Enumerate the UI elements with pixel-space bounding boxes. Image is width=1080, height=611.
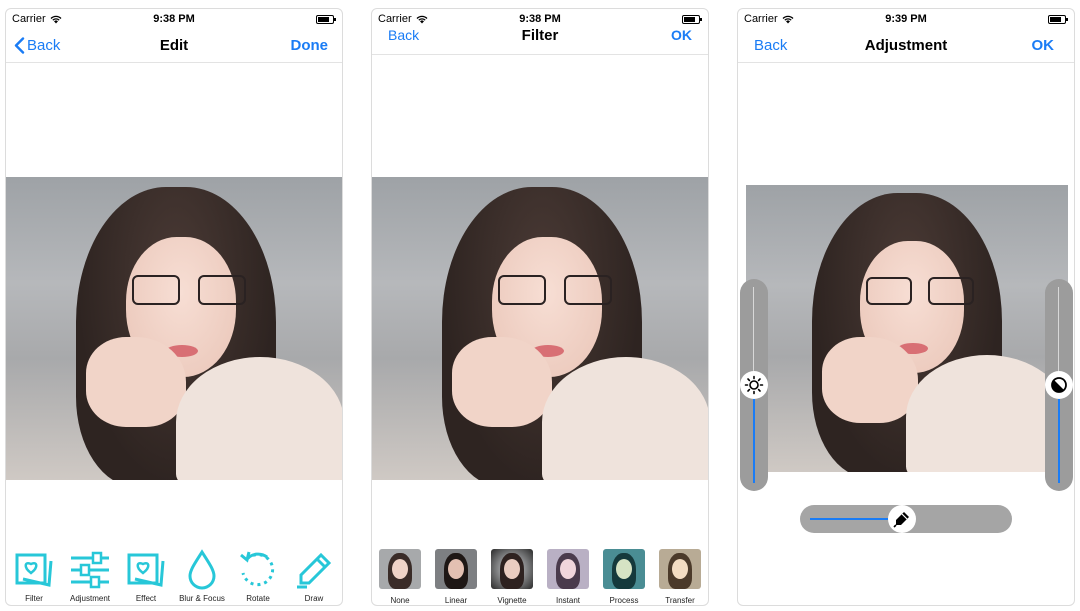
brightness-icon (744, 375, 764, 395)
ok-button[interactable]: OK (1032, 37, 1055, 54)
filter-label: Process (609, 596, 639, 605)
tool-label: Effect (135, 594, 157, 603)
photo-preview (746, 185, 1068, 472)
status-bar: Carrier 9:39 PM (738, 9, 1074, 29)
slider-knob[interactable] (740, 371, 768, 399)
rotate-icon (240, 551, 275, 587)
photo-glasses-right (928, 277, 974, 305)
filter-none[interactable]: None (375, 549, 425, 605)
photo-shoulder (176, 357, 342, 480)
filter-label: None (390, 596, 410, 605)
tool-label: Rotate (246, 594, 270, 603)
photo-preview (372, 177, 708, 480)
tool-effect[interactable]: Effect (119, 549, 173, 603)
tool-adjustment[interactable]: Adjustment (63, 549, 117, 603)
adjustment-icon (71, 551, 109, 589)
photo-hand (452, 337, 552, 427)
battery-icon (316, 15, 336, 24)
photo-glasses-left (866, 277, 912, 305)
filter-thumbnail (547, 549, 589, 589)
contrast-slider[interactable] (1045, 279, 1073, 491)
photo-shoulder (906, 355, 1068, 472)
photo-glasses-right (564, 275, 612, 305)
filter-thumbnail (491, 549, 533, 589)
filter-label: Instant (555, 596, 580, 605)
photo-glasses-left (498, 275, 546, 305)
filter-thumbnail (603, 549, 645, 589)
status-bar: Carrier 9:38 PM (6, 9, 342, 29)
nav-bar: Back Edit Done (6, 29, 342, 63)
saturation-slider[interactable] (800, 505, 1012, 533)
slider-fill (1058, 385, 1060, 483)
filter-strip: None Linear Vignette Instant Process Tra… (372, 541, 708, 605)
nav-bar: Back Filter OK (372, 17, 708, 55)
status-time: 9:39 PM (885, 13, 927, 25)
contrast-icon (1051, 377, 1067, 393)
draw-icon (297, 552, 332, 589)
tool-draw[interactable]: Draw (287, 549, 341, 603)
tool-label: Adjustment (69, 594, 111, 603)
photo-shoulder (542, 357, 708, 480)
filter-label: Linear (444, 596, 468, 605)
filter-label: Transfer (665, 596, 695, 605)
filter-vignette[interactable]: Vignette (487, 549, 537, 605)
photo-hand (822, 337, 918, 423)
filter-process[interactable]: Process (599, 549, 649, 605)
page-title: Adjustment (864, 37, 948, 54)
photo-glasses-left (132, 275, 180, 305)
filter-instant[interactable]: Instant (543, 549, 593, 605)
adjustment-screen: Carrier 9:39 PM Back Adjustment OK (737, 8, 1075, 606)
slider-knob[interactable] (1045, 371, 1073, 399)
ok-button[interactable]: OK (671, 27, 692, 43)
tool-rotate[interactable]: Rotate (231, 549, 285, 603)
tool-blur-focus[interactable]: Blur & Focus (175, 549, 229, 603)
filter-transfer[interactable]: Transfer (655, 549, 705, 605)
slider-fill (753, 385, 755, 483)
saturation-icon (893, 512, 910, 528)
filter-thumbnail (659, 549, 701, 589)
photo-glasses-right (198, 275, 246, 305)
filter-thumbnail (379, 549, 421, 589)
done-button[interactable]: Done (291, 37, 329, 54)
tool-filter[interactable]: Filter (7, 549, 61, 603)
photo-preview (6, 177, 342, 480)
page-title: Filter (521, 27, 559, 44)
filter-linear[interactable]: Linear (431, 549, 481, 605)
nav-bar: Back Adjustment OK (738, 29, 1074, 63)
filter-screen: Carrier 9:38 PM Back Filter OK None Line… (371, 8, 709, 606)
photo-hand (86, 337, 186, 427)
blur-focus-icon (188, 549, 216, 590)
tool-label: Blur & Focus (179, 594, 225, 603)
tool-label: Filter (25, 594, 43, 603)
filter-thumbnail (435, 549, 477, 589)
effect-icon (127, 553, 165, 587)
filter-label: Vignette (497, 596, 527, 605)
tool-label: Draw (304, 594, 324, 603)
brightness-slider[interactable] (740, 279, 768, 491)
filter-icon (15, 553, 53, 587)
status-time: 9:38 PM (153, 13, 195, 25)
edit-toolbar: Filter Adjustment Effect Blur & Focus Ro… (6, 541, 342, 605)
battery-icon (1048, 15, 1068, 24)
slider-knob[interactable] (888, 505, 917, 533)
edit-screen: Carrier 9:38 PM Back Edit Done Filter Ad… (5, 8, 343, 606)
